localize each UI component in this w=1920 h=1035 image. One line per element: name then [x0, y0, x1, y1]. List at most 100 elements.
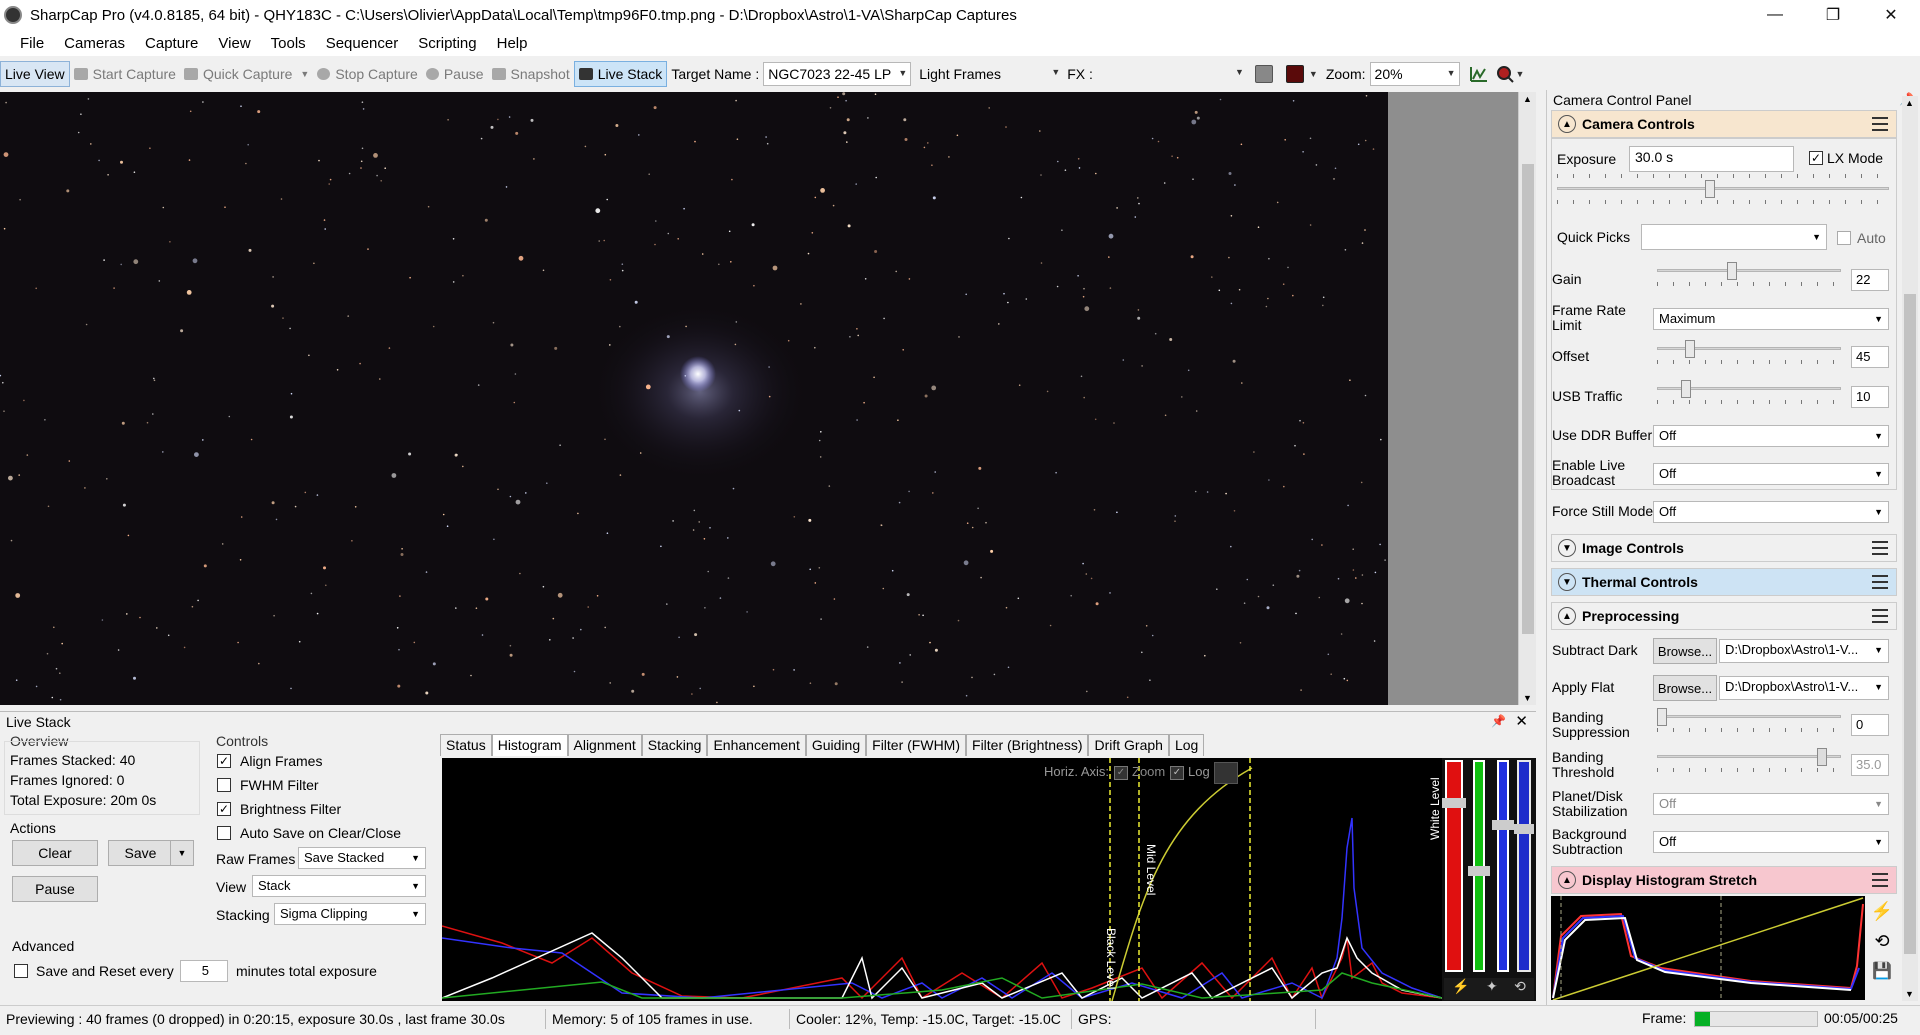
target-name-combo[interactable]: NGC7023 22-45 LP ▼	[763, 62, 912, 86]
gain-slider[interactable]	[1657, 260, 1841, 286]
slider-thumb[interactable]	[1681, 380, 1691, 398]
snapshot-button[interactable]: Snapshot	[488, 61, 574, 87]
tab-alignment[interactable]: Alignment	[567, 734, 642, 756]
log-checkbox[interactable]: ✓	[1170, 766, 1184, 780]
focus-button[interactable]: ▼	[1492, 61, 1529, 87]
histogram-button[interactable]	[1466, 61, 1492, 87]
exposure-slider[interactable]	[1557, 174, 1889, 204]
histogram-stretch-header[interactable]: ▲ Display Histogram Stretch	[1551, 866, 1897, 894]
menu-tools[interactable]: Tools	[261, 35, 316, 52]
banding-threshold-slider[interactable]	[1657, 746, 1841, 772]
green-slider-handle[interactable]	[1468, 866, 1490, 876]
preprocessing-header[interactable]: ▲ Preprocessing	[1551, 602, 1897, 630]
ddr-buffer-combo[interactable]: Off ▼	[1653, 425, 1889, 447]
tab-filter-fwhm[interactable]: Filter (FWHM)	[866, 734, 967, 756]
live-stack-button[interactable]: Live Stack	[573, 61, 668, 87]
tab-guiding[interactable]: Guiding	[805, 734, 867, 756]
scroll-down-icon[interactable]: ▼	[1905, 989, 1914, 999]
align-frames-checkbox[interactable]: ✓	[217, 754, 231, 768]
flat-browse-button[interactable]: Browse...	[1653, 675, 1717, 701]
menu-cameras[interactable]: Cameras	[54, 35, 135, 52]
pause-button[interactable]: Pause	[422, 61, 488, 87]
scroll-down-icon[interactable]: ▼	[1523, 693, 1532, 703]
fwhm-filter-checkbox[interactable]	[217, 778, 231, 792]
menu-icon[interactable]	[1872, 609, 1888, 623]
camera-image-view[interactable]	[0, 92, 1388, 705]
auto-save-checkbox[interactable]	[217, 826, 231, 840]
slider-thumb[interactable]	[1817, 748, 1827, 766]
live-view-button[interactable]: Live View	[0, 61, 70, 87]
start-capture-button[interactable]: Start Capture	[70, 61, 180, 87]
red-level-bar[interactable]	[1445, 760, 1463, 972]
stacking-combo[interactable]: Sigma Clipping ▼	[274, 903, 426, 925]
reset-minutes-field[interactable]: 5	[180, 960, 228, 982]
frame-type-combo[interactable]: Light Frames ▼	[915, 62, 1064, 86]
pause-stack-button[interactable]: Pause	[12, 876, 98, 902]
scrollbar-thumb[interactable]	[1904, 294, 1916, 954]
scrollbar-thumb[interactable]	[1522, 164, 1534, 634]
menu-file[interactable]: File	[10, 35, 54, 52]
luminance-level-bar[interactable]	[1517, 760, 1531, 972]
blue-slider-handle[interactable]	[1492, 820, 1514, 830]
menu-icon[interactable]	[1872, 575, 1888, 589]
close-button[interactable]: ✕	[1862, 0, 1920, 30]
menu-view[interactable]: View	[208, 35, 260, 52]
force-still-combo[interactable]: Off ▼	[1653, 501, 1889, 523]
pin-icon[interactable]: 📌	[1491, 714, 1506, 728]
lx-mode-checkbox[interactable]: ✓	[1809, 151, 1823, 165]
save-reset-checkbox[interactable]	[14, 964, 28, 978]
image-controls-header[interactable]: ▼ Image Controls	[1551, 534, 1897, 562]
panel-scrollbar[interactable]: ▲ ▼	[1902, 96, 1918, 1001]
planet-stabilization-combo[interactable]: Off ▼	[1653, 793, 1889, 815]
tab-log[interactable]: Log	[1168, 734, 1205, 756]
lightning-icon[interactable]: ⚡	[1867, 896, 1897, 926]
quick-capture-button[interactable]: Quick Capture ▼	[180, 61, 313, 87]
tab-stacking[interactable]: Stacking	[641, 734, 708, 756]
clear-button[interactable]: Clear	[12, 840, 98, 866]
maximize-button[interactable]: ❐	[1804, 0, 1862, 30]
dark-browse-button[interactable]: Browse...	[1653, 638, 1717, 664]
menu-icon[interactable]	[1872, 541, 1888, 555]
slider-thumb[interactable]	[1727, 262, 1737, 280]
tab-filter-brightness[interactable]: Filter (Brightness)	[966, 734, 1089, 756]
menu-scripting[interactable]: Scripting	[408, 35, 486, 52]
reset-icon[interactable]: ⟲	[1867, 926, 1897, 956]
tab-status[interactable]: Status	[440, 734, 492, 756]
close-icon[interactable]: ✕	[1515, 712, 1528, 730]
auto-stretch-button[interactable]	[1214, 762, 1238, 784]
slider-thumb[interactable]	[1657, 708, 1667, 726]
stack-histogram[interactable]: Horiz. Axis: ✓ Zoom ✓ Log Black Level Mi…	[442, 758, 1442, 1001]
fx-combo[interactable]: ▼	[1096, 62, 1247, 86]
menu-help[interactable]: Help	[487, 35, 538, 52]
brightness-filter-checkbox[interactable]: ✓	[217, 802, 231, 816]
view-combo[interactable]: Stack ▼	[252, 875, 426, 897]
zoom-combo[interactable]: 20% ▼	[1369, 62, 1460, 86]
lum-slider-handle[interactable]	[1514, 824, 1534, 834]
tab-histogram[interactable]: Histogram	[491, 734, 568, 756]
frame-rate-combo[interactable]: Maximum ▼	[1653, 308, 1889, 330]
auto-checkbox[interactable]	[1837, 231, 1851, 245]
offset-slider[interactable]	[1657, 338, 1841, 364]
star-icon[interactable]: ✦	[1486, 978, 1498, 1000]
chevron-down-icon[interactable]: ▼	[1309, 69, 1318, 79]
banding-threshold-value[interactable]: 35.0	[1851, 754, 1889, 776]
blue-level-bar[interactable]	[1497, 760, 1509, 972]
zoom-checkbox[interactable]: ✓	[1114, 766, 1128, 780]
minimize-button[interactable]: —	[1746, 0, 1804, 30]
background-subtraction-combo[interactable]: Off ▼	[1653, 831, 1889, 853]
color-button[interactable]: ▼	[1282, 61, 1322, 87]
scroll-up-icon[interactable]: ▲	[1905, 98, 1914, 108]
camera-controls-header[interactable]: ▲ Camera Controls	[1551, 110, 1897, 138]
tab-drift-graph[interactable]: Drift Graph	[1088, 734, 1169, 756]
chevron-down-icon[interactable]: ▼	[300, 69, 309, 79]
save-dropdown-button[interactable]: ▼	[170, 840, 194, 866]
menu-icon[interactable]	[1872, 117, 1888, 131]
banding-suppression-slider[interactable]	[1657, 706, 1841, 732]
quick-picks-combo[interactable]: ▼	[1641, 224, 1827, 250]
reset-icon[interactable]: ⟲	[1514, 978, 1526, 1000]
menu-capture[interactable]: Capture	[135, 35, 208, 52]
flat-file-combo[interactable]: D:\Dropbox\Astro\1-V... ▼	[1719, 676, 1889, 700]
gain-value[interactable]: 22	[1851, 269, 1889, 291]
scroll-up-icon[interactable]: ▲	[1523, 94, 1532, 104]
slider-thumb[interactable]	[1685, 340, 1695, 358]
